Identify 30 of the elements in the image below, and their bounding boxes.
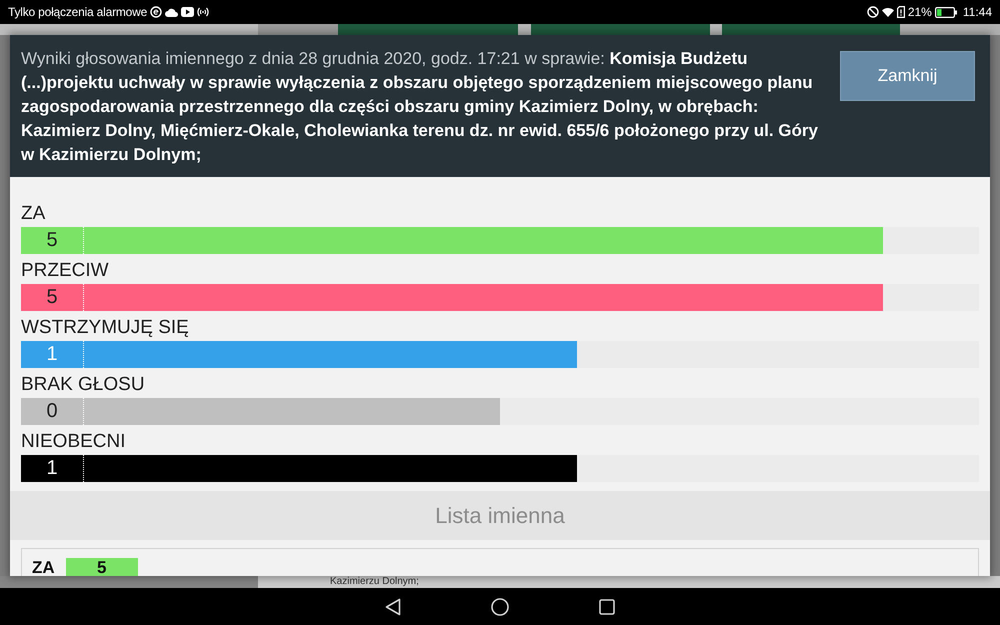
blocked-icon	[866, 6, 879, 18]
group-label: ZA	[32, 558, 55, 576]
result-label: WSTRZYMUJĘ SIĘ	[21, 316, 190, 340]
sim-card-icon	[896, 6, 905, 18]
recents-icon[interactable]	[599, 598, 615, 614]
result-count: 1	[21, 341, 84, 368]
result-label: BRAK GŁOSU	[21, 373, 146, 397]
video-play-icon	[181, 7, 194, 17]
back-icon[interactable]	[385, 598, 401, 616]
home-icon[interactable]	[491, 598, 509, 616]
result-count: 1	[21, 455, 84, 482]
cloud-icon	[165, 8, 178, 16]
circle-app-icon	[150, 6, 162, 18]
dialog-title: Wyniki głosowania imiennego z dnia 28 grudnia 2020, godz. 17:21 w sprawie: Komisja Budżetu (...)projektu uchwały w sprawie wyłączenia z obszaru objętego sporządzeniem miejscowego planu zagospodarowania przestrzennego dla części obszaru gminy Kazimierz Dolny, w obrębach: Kazimierz Dolny, Mięćmierz-Okale, Cholewianka terenu dz. nr ewid. 655/6 położonego przy ul. Góry w Kazimierzu Dolnym;	[21, 48, 819, 166]
close-button[interactable]: Zamknij	[840, 51, 975, 101]
result-label: NIEOBECNI	[21, 430, 127, 454]
section-heading: Lista imienna	[10, 491, 990, 540]
result-label: PRZECIW	[21, 259, 110, 283]
result-count: 5	[21, 284, 84, 311]
clock-time: 11:44	[962, 4, 992, 21]
result-count: 0	[21, 398, 84, 425]
broadcast-icon	[197, 7, 210, 17]
result-label: ZA	[21, 202, 46, 226]
group-count: 5	[66, 558, 138, 576]
battery-percent: 21%	[908, 4, 932, 21]
result-count: 5	[21, 227, 84, 254]
status-text: Tylko połączenia alarmowe	[8, 4, 148, 21]
background-text: Kazimierzu Dolnym;	[330, 576, 419, 588]
wifi-icon	[882, 7, 894, 17]
battery-icon	[934, 6, 957, 18]
